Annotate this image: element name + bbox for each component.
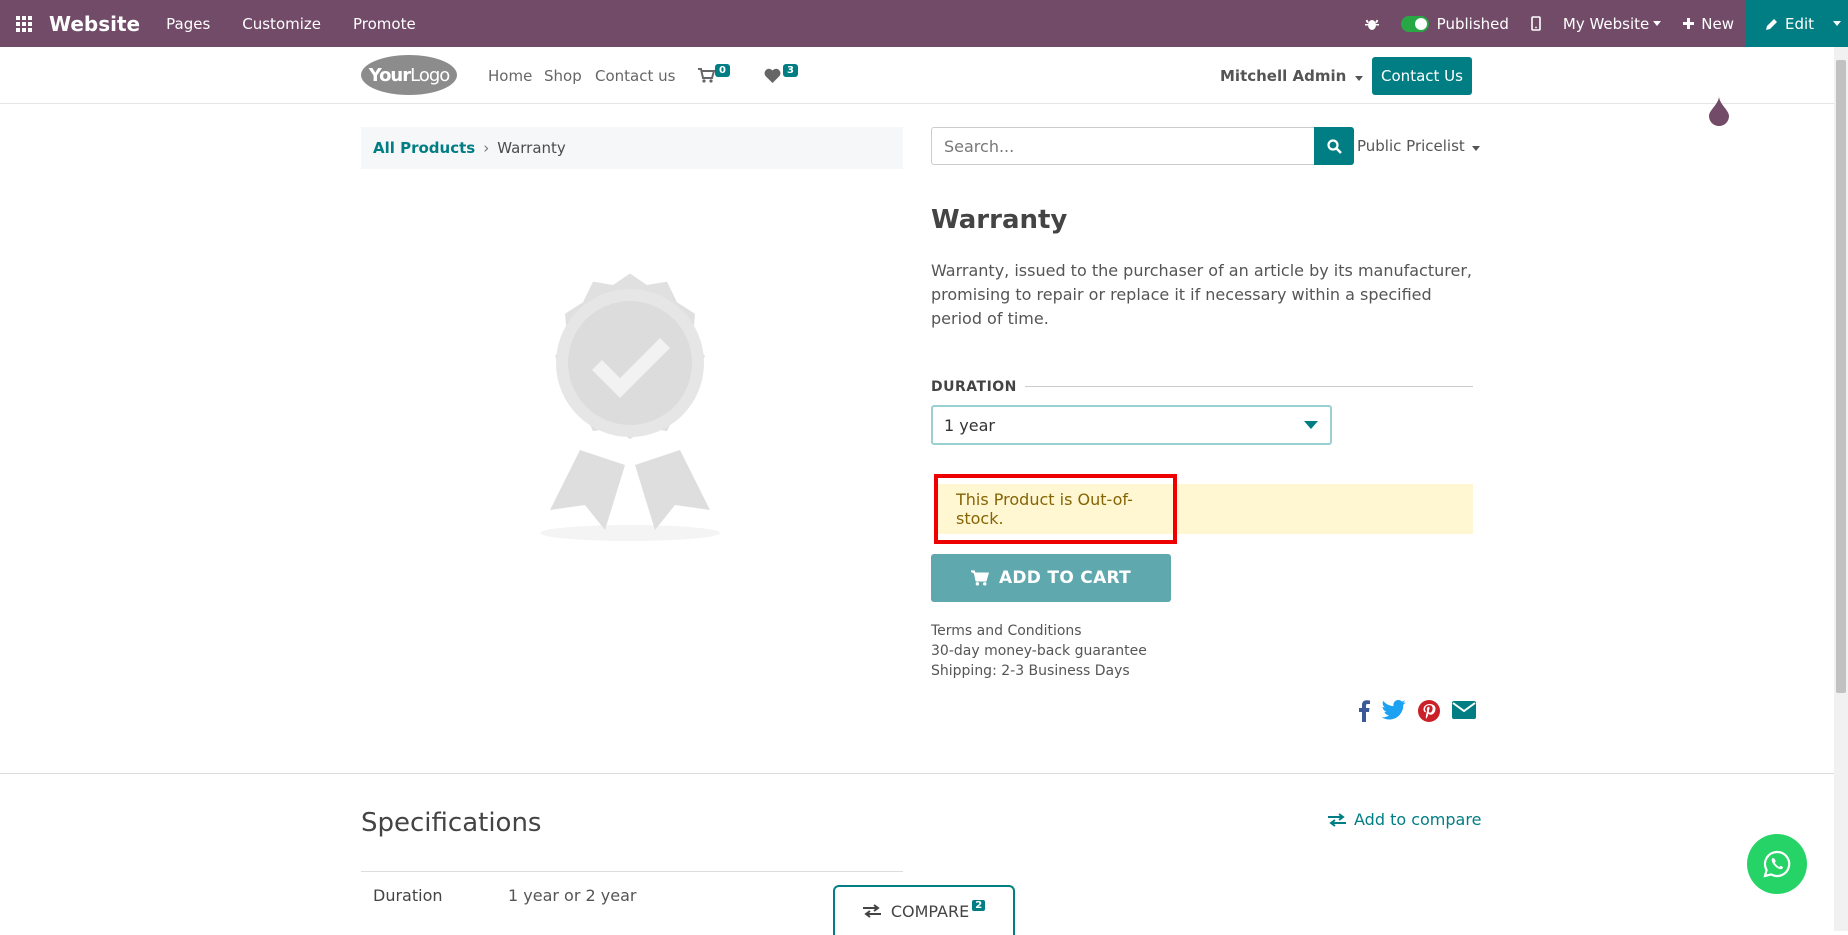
wishlist-count-badge: 3	[783, 64, 798, 77]
specifications-title: Specifications	[361, 808, 542, 838]
logo-text-bold: Your	[368, 64, 411, 86]
out-of-stock-message: This Product is Out-of-stock.	[934, 474, 1177, 544]
website-switcher[interactable]: My Website	[1562, 14, 1662, 33]
spec-table-top-border	[361, 871, 903, 872]
twitter-icon[interactable]	[1382, 700, 1406, 722]
breadcrumb-current: Warranty	[497, 139, 566, 157]
exchange-icon	[1328, 812, 1346, 827]
new-label: New	[1701, 14, 1734, 33]
add-to-cart-button[interactable]: ADD TO CART	[931, 554, 1171, 602]
mobile-preview-icon[interactable]	[1531, 16, 1541, 31]
pricelist-label: Public Pricelist	[1357, 137, 1465, 155]
whatsapp-icon	[1763, 850, 1791, 878]
chevron-down-icon	[1304, 421, 1318, 429]
share-links	[1346, 700, 1476, 722]
exchange-icon	[862, 904, 881, 918]
edit-label: Edit	[1784, 14, 1815, 33]
nav-shop[interactable]: Shop	[544, 67, 582, 85]
site-logo[interactable]: Your Logo	[361, 55, 457, 95]
breadcrumb-all-products[interactable]: All Products	[373, 139, 475, 157]
pinterest-icon[interactable]	[1418, 700, 1440, 722]
published-label: Published	[1436, 14, 1509, 33]
heart-icon	[764, 68, 781, 83]
facebook-icon[interactable]	[1358, 700, 1370, 722]
search-input[interactable]: Search...	[931, 127, 1315, 165]
attribute-divider	[1025, 386, 1473, 387]
logo-text-thin: Logo	[410, 64, 450, 86]
whatsapp-button[interactable]	[1747, 834, 1807, 894]
contact-us-button[interactable]: Contact Us	[1372, 57, 1472, 95]
page-scrollbar[interactable]	[1834, 47, 1848, 931]
search-icon	[1326, 138, 1342, 154]
nav-home[interactable]: Home	[488, 67, 532, 85]
cart-icon	[970, 570, 989, 586]
wishlist-link[interactable]: 3	[764, 64, 798, 87]
cart-link[interactable]: 0	[698, 64, 730, 87]
add-to-compare-label: Add to compare	[1354, 810, 1482, 829]
published-toggle[interactable]: Published	[1400, 14, 1509, 33]
spec-row-value: 1 year or 2 year	[508, 886, 637, 905]
duration-selected-value: 1 year	[944, 415, 995, 435]
site-header: Your Logo Home Shop Contact us 0 3 Mitche…	[0, 47, 1848, 126]
compare-label: COMPARE	[890, 901, 970, 921]
breadcrumb: All Products › Warranty	[361, 127, 903, 169]
user-name: Mitchell Admin	[1220, 67, 1347, 85]
menu-promote[interactable]: Promote	[353, 15, 416, 33]
chevron-down-icon	[1653, 21, 1662, 26]
cart-icon	[698, 68, 716, 83]
duration-select[interactable]: 1 year	[931, 405, 1332, 445]
compare-count-badge: 2	[972, 899, 986, 911]
menu-customize[interactable]: Customize	[242, 15, 321, 33]
scrollbar-thumb[interactable]	[1836, 60, 1846, 693]
pencil-icon	[1765, 18, 1777, 30]
search-button[interactable]	[1314, 127, 1354, 165]
add-to-compare-link[interactable]: Add to compare	[1328, 810, 1481, 829]
edit-button[interactable]: Edit	[1746, 0, 1848, 47]
menu-pages[interactable]: Pages	[166, 15, 210, 33]
shipping-text: Shipping: 2-3 Business Days	[931, 663, 1130, 679]
chevron-down-icon	[1355, 76, 1364, 81]
spec-row-name: Duration	[373, 886, 443, 905]
compare-toggle-button[interactable]: COMPARE 2	[833, 885, 1015, 935]
product-image-warranty-badge	[540, 273, 720, 541]
money-back-text: 30-day money-back guarantee	[931, 643, 1147, 659]
user-menu[interactable]: Mitchell Admin	[1220, 67, 1364, 85]
bug-icon[interactable]	[1364, 17, 1379, 31]
email-icon[interactable]	[1452, 700, 1476, 722]
admin-top-bar: Website Pages Customize Promote Publishe…	[0, 0, 1848, 47]
nav-contact[interactable]: Contact us	[595, 67, 675, 85]
plus-icon	[1683, 18, 1695, 29]
breadcrumb-separator: ›	[483, 139, 490, 157]
theme-drop-icon[interactable]	[1707, 96, 1731, 126]
terms-link[interactable]: Terms and Conditions	[931, 621, 1147, 641]
chevron-down-icon	[1471, 146, 1480, 151]
product-description: Warranty, issued to the purchaser of an …	[931, 261, 1472, 328]
add-to-cart-label: ADD TO CART	[998, 568, 1132, 588]
product-title: Warranty	[931, 205, 1068, 235]
attribute-label-duration: DURATION	[931, 379, 1017, 395]
website-name: My Website	[1562, 14, 1650, 33]
product-terms: Terms and Conditions 30-day money-back g…	[931, 621, 1147, 681]
app-brand[interactable]: Website	[49, 12, 140, 36]
toggle-switch[interactable]	[1400, 15, 1429, 32]
edit-dropdown-toggle[interactable]	[1826, 0, 1848, 47]
apps-menu-icon[interactable]	[0, 0, 47, 47]
cart-count-badge: 0	[715, 64, 730, 77]
new-button[interactable]: New	[1683, 15, 1734, 33]
section-divider	[0, 773, 1848, 774]
pricelist-dropdown[interactable]: Public Pricelist	[1357, 137, 1480, 155]
